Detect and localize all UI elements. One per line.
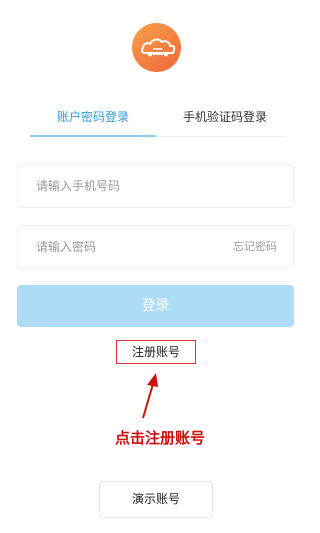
tab-sms-code[interactable]: 手机验证码登录 [164,104,286,135]
login-page: 账户密码登录 手机验证码登录 忘记密码 登录 注册账号 点击注册账号 演示账号 [0,0,314,533]
phone-field [17,164,294,208]
password-input[interactable] [36,226,216,268]
car-cloud-icon [140,38,176,57]
login-tabs: 账户密码登录 手机验证码登录 [30,104,286,137]
app-logo [132,23,181,72]
tab-account-password[interactable]: 账户密码登录 [30,104,156,137]
arrow-up-icon [142,373,158,419]
register-account-link[interactable]: 注册账号 [116,340,196,364]
phone-input[interactable] [36,165,216,207]
login-button[interactable]: 登录 [17,285,294,327]
forgot-password-link[interactable]: 忘记密码 [233,226,277,268]
demo-account-button[interactable]: 演示账号 [99,481,213,518]
password-field: 忘记密码 [17,225,294,269]
annotation-text: 点击注册账号 [114,429,205,447]
